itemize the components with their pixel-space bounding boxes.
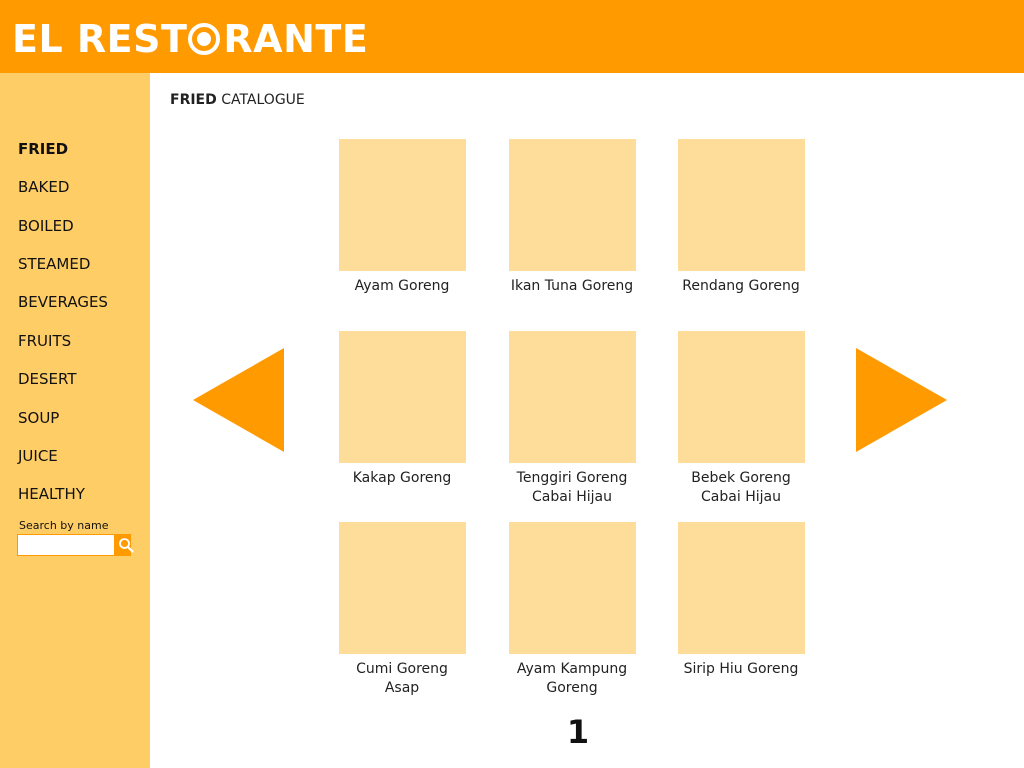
search-icon (119, 538, 134, 553)
logo-o-icon (188, 23, 221, 55)
menu-item-image (677, 139, 805, 271)
menu-item-card[interactable]: Ikan Tuna Goreng (487, 139, 657, 296)
menu-item-name: Cumi Goreng Asap (356, 661, 448, 696)
next-page-arrow-icon[interactable] (856, 348, 948, 452)
menu-item-name: Ayam Kampung Goreng (516, 661, 628, 696)
menu-item-image (338, 331, 466, 463)
sidebar-item-juice[interactable]: JUICE (18, 447, 58, 465)
menu-item-name: Rendang Goreng (682, 278, 800, 294)
menu-item-image (338, 139, 466, 271)
menu-item-name: Sirip Hiu Goreng (683, 661, 799, 677)
search-button[interactable] (115, 534, 134, 556)
sidebar-item-fruits[interactable]: FRUITS (18, 332, 71, 350)
sidebar-item-healthy[interactable]: HEALTHY (18, 485, 85, 503)
search-box (17, 534, 134, 556)
menu-item-card[interactable]: Cumi Goreng Asap (317, 522, 487, 698)
sidebar-item-steamed[interactable]: STEAMED (18, 255, 90, 273)
menu-item-image (677, 331, 805, 463)
menu-item-name: Tenggiri Goreng Cabai Hijau (516, 470, 628, 505)
breadcrumb-category: FRIED (170, 92, 217, 108)
breadcrumb-label: CATALOGUE (221, 92, 305, 108)
menu-item-name: Bebek Goreng Cabai Hijau (691, 470, 791, 505)
page-number: 1 (566, 713, 590, 751)
menu-item-image (508, 522, 636, 654)
logo-text-right: RANTE (223, 17, 369, 61)
search-label: Search by name (19, 519, 109, 532)
sidebar-item-soup[interactable]: SOUP (18, 409, 59, 427)
sidebar-item-beverages[interactable]: BEVERAGES (18, 293, 108, 311)
menu-item-card[interactable]: Kakap Goreng (317, 331, 487, 488)
menu-item-card[interactable]: Ayam Goreng (317, 139, 487, 296)
menu-item-image (338, 522, 466, 654)
menu-item-image (508, 331, 636, 463)
menu-item-name: Kakap Goreng (352, 470, 452, 486)
sidebar-item-boiled[interactable]: BOILED (18, 217, 74, 235)
search-input[interactable] (17, 534, 115, 556)
sidebar-item-desert[interactable]: DESERT (18, 370, 77, 388)
menu-item-image (508, 139, 636, 271)
sidebar-item-fried[interactable]: FRIED (18, 140, 68, 158)
breadcrumb: FRIED CATALOGUE (170, 92, 305, 108)
prev-page-arrow-icon[interactable] (193, 348, 285, 452)
logo-text-left: EL REST (12, 17, 188, 61)
menu-item-name: Ayam Goreng (354, 278, 450, 294)
menu-item-name: Ikan Tuna Goreng (510, 278, 634, 294)
menu-item-image (677, 522, 805, 654)
logo[interactable]: EL REST RANTE (12, 17, 368, 61)
menu-item-card[interactable]: Sirip Hiu Goreng (656, 522, 826, 679)
menu-item-card[interactable]: Rendang Goreng (656, 139, 826, 296)
menu-item-card[interactable]: Bebek Goreng Cabai Hijau (656, 331, 826, 507)
category-sidebar: FRIED BAKED BOILED STEAMED BEVERAGES FRU… (0, 73, 150, 768)
sidebar-item-baked[interactable]: BAKED (18, 178, 69, 196)
app-header: EL REST RANTE (0, 0, 1024, 73)
menu-item-card[interactable]: Tenggiri Goreng Cabai Hijau (487, 331, 657, 507)
menu-item-card[interactable]: Ayam Kampung Goreng (487, 522, 657, 698)
